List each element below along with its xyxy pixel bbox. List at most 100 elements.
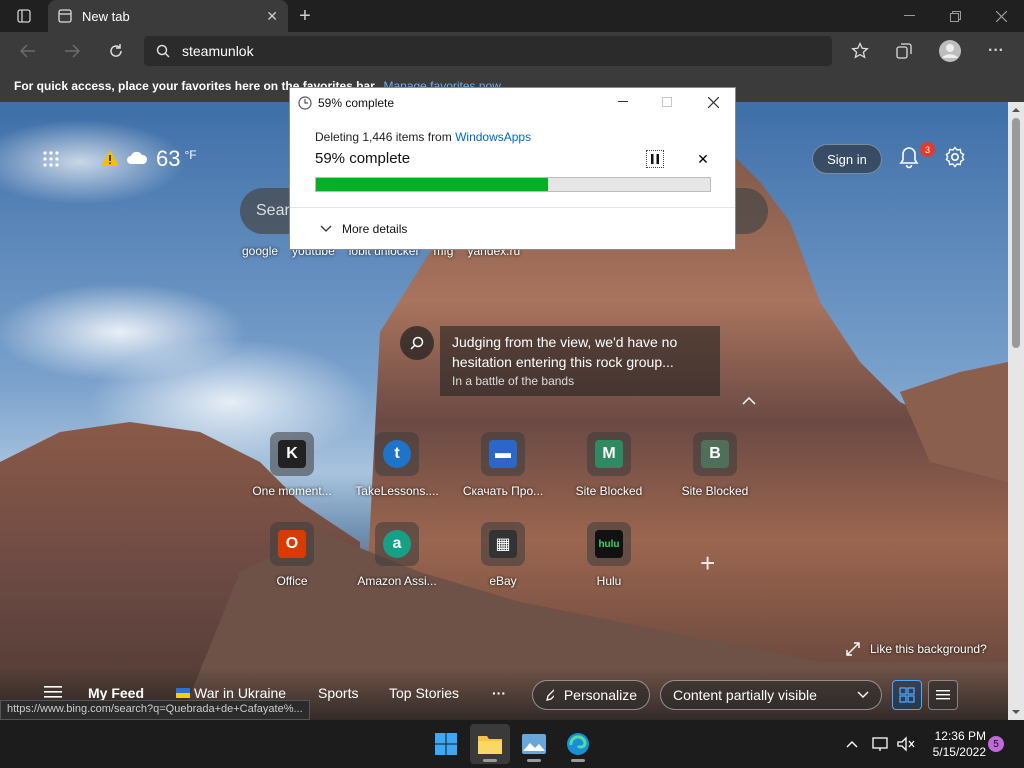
pause-button[interactable] bbox=[646, 150, 664, 168]
tab-new-tab[interactable]: New tab ✕ bbox=[48, 0, 288, 32]
refresh-button[interactable] bbox=[104, 40, 128, 62]
back-button[interactable] bbox=[16, 40, 40, 62]
quick-link-tile[interactable]: K One moment... bbox=[244, 432, 340, 506]
like-background-button[interactable]: Like this background? bbox=[846, 642, 987, 656]
tile-label: TakeLessons.... bbox=[355, 484, 439, 498]
scroll-up-arrow-icon[interactable] bbox=[1008, 104, 1024, 116]
weather-alert-icon[interactable] bbox=[100, 149, 120, 170]
close-window-button[interactable] bbox=[988, 6, 1014, 26]
tab-actions-icon[interactable] bbox=[10, 6, 38, 26]
dialog-minimize-button[interactable] bbox=[608, 90, 638, 114]
site-logo-icon: M bbox=[595, 440, 623, 468]
grid-view-button[interactable] bbox=[892, 680, 922, 710]
delete-status-text: Deleting 1,446 items from bbox=[315, 130, 452, 144]
taskbar: 12:36 PM 5/15/2022 5 bbox=[0, 720, 1024, 768]
progress-bar-fill bbox=[316, 178, 549, 191]
ebay-logo-icon: ▦ bbox=[489, 530, 517, 558]
delete-progress-dialog: 59% complete Deleting 1,446 items from W… bbox=[289, 87, 736, 250]
caption-title: Judging from the view, we'd have no hesi… bbox=[452, 334, 678, 370]
quick-link-tile[interactable]: M Site Blocked bbox=[561, 432, 657, 506]
temperature-unit: °F bbox=[184, 148, 197, 162]
volume-muted-icon[interactable] bbox=[894, 734, 918, 754]
settings-more-icon[interactable]: ··· bbox=[984, 40, 1008, 62]
scrollbar-thumb[interactable] bbox=[1012, 118, 1020, 348]
edge-browser-button[interactable] bbox=[558, 724, 598, 764]
dialog-divider bbox=[290, 207, 735, 208]
edge-icon bbox=[567, 733, 589, 755]
content-visibility-dropdown[interactable]: Content partially visible bbox=[660, 680, 882, 710]
site-logo-icon: t bbox=[383, 440, 411, 468]
restore-button[interactable] bbox=[942, 6, 968, 26]
show-hidden-icons-chevron-icon[interactable] bbox=[842, 736, 862, 752]
add-shortcut-plus-icon[interactable]: + bbox=[700, 548, 715, 579]
forward-button[interactable] bbox=[60, 40, 84, 62]
pause-icon bbox=[651, 154, 659, 164]
search-suggestion[interactable]: google bbox=[242, 244, 278, 258]
clock-icon bbox=[298, 96, 312, 110]
system-clock[interactable]: 12:36 PM 5/15/2022 bbox=[924, 728, 986, 760]
site-logo-icon: K bbox=[278, 440, 306, 468]
address-bar[interactable]: steamunlok bbox=[144, 36, 832, 66]
personalize-button[interactable]: Personalize bbox=[532, 680, 650, 710]
notifications-bell-icon[interactable] bbox=[898, 146, 920, 173]
list-view-button[interactable] bbox=[928, 680, 958, 710]
more-details-toggle[interactable]: More details bbox=[320, 222, 407, 236]
tab-label: War in Ukraine bbox=[194, 685, 287, 701]
dialog-title: 59% complete bbox=[318, 96, 395, 110]
favorites-star-icon[interactable] bbox=[848, 40, 872, 62]
windows-logo-icon bbox=[435, 733, 457, 755]
sign-in-button[interactable]: Sign in bbox=[812, 144, 882, 174]
tile-label: One moment... bbox=[252, 484, 332, 498]
scroll-down-arrow-icon[interactable] bbox=[1008, 706, 1024, 718]
page-scrollbar[interactable] bbox=[1008, 102, 1024, 720]
photos-icon bbox=[522, 734, 546, 754]
image-search-icon[interactable] bbox=[400, 326, 434, 360]
profile-avatar[interactable] bbox=[936, 38, 964, 64]
chevron-up-icon[interactable] bbox=[742, 394, 756, 409]
weather-widget: 63 °F bbox=[42, 146, 197, 172]
network-icon[interactable] bbox=[868, 734, 892, 754]
quick-link-tile[interactable]: B Site Blocked bbox=[667, 432, 763, 506]
personalize-label: Personalize bbox=[563, 687, 637, 703]
temperature[interactable]: 63 bbox=[156, 146, 180, 172]
ukraine-flag-icon bbox=[176, 688, 190, 698]
collections-icon[interactable] bbox=[892, 40, 916, 62]
page-settings-gear-icon[interactable] bbox=[944, 146, 966, 171]
photos-app-button[interactable] bbox=[514, 724, 554, 764]
file-explorer-button[interactable] bbox=[470, 724, 510, 764]
running-indicator bbox=[527, 759, 541, 762]
background-caption[interactable]: Judging from the view, we'd have no hesi… bbox=[440, 326, 720, 396]
tab-war-in-ukraine[interactable]: War in Ukraine bbox=[176, 685, 286, 701]
running-indicator bbox=[483, 759, 497, 762]
tab-my-feed[interactable]: My Feed bbox=[88, 685, 144, 701]
more-tabs-button[interactable]: ··· bbox=[492, 685, 506, 701]
notification-center-badge[interactable]: 5 bbox=[988, 736, 1004, 752]
new-tab-button[interactable]: + bbox=[292, 4, 318, 28]
pencil-icon bbox=[546, 689, 554, 701]
cloud-icon bbox=[126, 151, 148, 168]
cancel-operation-button[interactable]: ✕ bbox=[694, 150, 712, 168]
quick-link-tile[interactable]: O Office bbox=[244, 522, 340, 596]
source-folder-link[interactable]: WindowsApps bbox=[455, 130, 531, 144]
start-button[interactable] bbox=[426, 724, 466, 764]
quick-link-tile[interactable]: ▦ eBay bbox=[455, 522, 551, 596]
apps-grid-icon[interactable] bbox=[42, 150, 60, 168]
quick-link-tile[interactable]: a Amazon Assi... bbox=[349, 522, 445, 596]
close-tab-icon[interactable]: ✕ bbox=[266, 8, 278, 25]
dialog-maximize-button bbox=[652, 90, 682, 114]
quick-link-tile[interactable]: t TakeLessons.... bbox=[349, 432, 445, 506]
minimize-button[interactable] bbox=[896, 6, 922, 26]
tile-label: Скачать Про... bbox=[462, 484, 544, 498]
list-view-icon bbox=[936, 690, 950, 700]
tab-top-stories[interactable]: Top Stories bbox=[389, 685, 459, 701]
tab-bar: New tab ✕ + bbox=[0, 0, 1024, 32]
quick-link-tile[interactable]: hulu Hulu bbox=[561, 522, 657, 596]
tab-title: New tab bbox=[82, 8, 130, 24]
dialog-close-button[interactable] bbox=[698, 90, 728, 114]
tab-sports[interactable]: Sports bbox=[318, 685, 358, 701]
quick-link-tile[interactable]: ▬ Скачать Про... bbox=[455, 432, 551, 506]
folder-icon bbox=[478, 736, 502, 754]
grid-view-icon bbox=[899, 687, 915, 703]
like-background-label: Like this background? bbox=[870, 642, 987, 656]
running-indicator bbox=[571, 759, 585, 762]
